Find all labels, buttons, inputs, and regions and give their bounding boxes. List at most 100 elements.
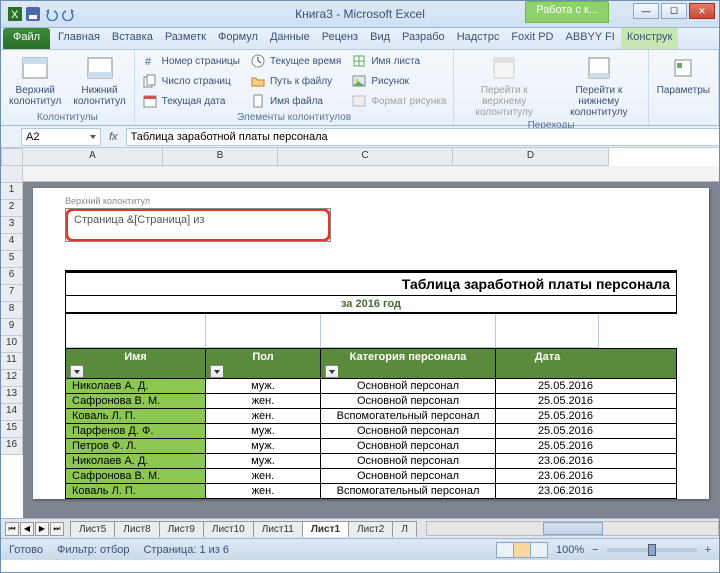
table-cell[interactable]: муж.: [206, 424, 321, 438]
table-cell[interactable]: Основной персонал: [321, 454, 496, 468]
row-headers[interactable]: 12345678910111213141516: [1, 166, 23, 455]
column-header-name[interactable]: Имя: [66, 349, 206, 378]
scrollbar-thumb[interactable]: [543, 522, 603, 535]
row-header[interactable]: 16: [1, 438, 23, 455]
redo-icon[interactable]: [61, 6, 77, 22]
table-cell[interactable]: Основной персонал: [321, 424, 496, 438]
minimize-button[interactable]: —: [633, 3, 659, 19]
horizontal-scrollbar[interactable]: [426, 521, 719, 536]
name-box-dropdown-icon[interactable]: [90, 135, 96, 139]
sheet-tab[interactable]: Л: [392, 521, 417, 537]
table-cell[interactable]: жен.: [206, 484, 321, 498]
formula-input[interactable]: Таблица заработной платы персонала: [126, 128, 719, 146]
sheet-tab[interactable]: Лист2: [348, 521, 393, 537]
page-count-button[interactable]: Число страниц: [141, 72, 241, 90]
ribbon-tab-design[interactable]: Конструк: [621, 28, 678, 49]
row-header[interactable]: 2: [1, 200, 23, 217]
table-cell[interactable]: 23.06.2016: [496, 484, 599, 498]
column-header-gender[interactable]: Пол: [206, 349, 321, 378]
table-cell[interactable]: Парфенов Д. Ф.: [66, 424, 206, 438]
sheet-tab[interactable]: Лист11: [253, 521, 303, 537]
table-cell[interactable]: муж.: [206, 439, 321, 453]
table-cell[interactable]: Основной персонал: [321, 394, 496, 408]
row-header[interactable]: 7: [1, 285, 23, 302]
table-row[interactable]: Сафронова В. М.жен.Основной персонал23.0…: [65, 469, 677, 484]
table-cell[interactable]: жен.: [206, 394, 321, 408]
table-row[interactable]: Коваль Л. П.жен.Вспомогательный персонал…: [65, 484, 677, 499]
maximize-button[interactable]: ☐: [661, 3, 687, 19]
sheet-name-button[interactable]: Имя листа: [350, 52, 447, 70]
row-header[interactable]: 14: [1, 404, 23, 421]
table-cell[interactable]: Сафронова В. М.: [66, 469, 206, 483]
table-cell[interactable]: Основной персонал: [321, 439, 496, 453]
fx-icon[interactable]: fx: [109, 131, 118, 143]
table-cell[interactable]: 25.05.2016: [496, 439, 599, 453]
row-header[interactable]: [1, 166, 23, 183]
tab-nav-next-icon[interactable]: ▶: [35, 522, 49, 536]
ribbon-tab[interactable]: Foxit PD: [505, 28, 559, 49]
ribbon-tab[interactable]: Надстрс: [451, 28, 506, 49]
tab-nav-last-icon[interactable]: ⏭: [50, 522, 64, 536]
table-cell[interactable]: Коваль Л. П.: [66, 484, 206, 498]
row-header[interactable]: 5: [1, 251, 23, 268]
table-row[interactable]: Парфенов Д. Ф.муж.Основной персонал25.05…: [65, 424, 677, 439]
close-button[interactable]: ✕: [689, 3, 715, 19]
table-cell[interactable]: 25.05.2016: [496, 424, 599, 438]
header-left-box[interactable]: Страница &[Страница] из: [65, 208, 331, 242]
row-header[interactable]: 9: [1, 319, 23, 336]
filter-dropdown-icon[interactable]: [210, 365, 223, 378]
row-header[interactable]: 13: [1, 387, 23, 404]
table-row[interactable]: Петров Ф. Л.муж.Основной персонал25.05.2…: [65, 439, 677, 454]
table-cell[interactable]: муж.: [206, 454, 321, 468]
page-number-button[interactable]: #Номер страницы: [141, 52, 241, 70]
header-button[interactable]: Верхний колонтитул: [7, 52, 63, 109]
ribbon-tab[interactable]: Вид: [364, 28, 396, 49]
table-cell[interactable]: Николаев А. Д.: [66, 454, 206, 468]
zoom-out-icon[interactable]: −: [592, 544, 598, 556]
picture-button[interactable]: Рисунок: [350, 72, 447, 90]
ribbon-tab[interactable]: Реценз: [316, 28, 364, 49]
tab-nav-first-icon[interactable]: ⏮: [5, 522, 19, 536]
table-cell[interactable]: 25.05.2016: [496, 379, 599, 393]
sheet-tab[interactable]: Лист9: [159, 521, 204, 537]
zoom-slider-thumb[interactable]: [648, 544, 656, 556]
file-path-button[interactable]: Путь к файлу: [249, 72, 342, 90]
table-cell[interactable]: 23.06.2016: [496, 469, 599, 483]
table-cell[interactable]: Коваль Л. П.: [66, 409, 206, 423]
row-header[interactable]: 4: [1, 234, 23, 251]
table-row[interactable]: Николаев А. Д.муж.Основной персонал25.05…: [65, 379, 677, 394]
page-layout-view-icon[interactable]: [513, 542, 531, 558]
column-header-category[interactable]: Категория персонала: [321, 349, 496, 378]
ribbon-tab[interactable]: ABBYY FI: [560, 28, 621, 49]
page-break-view-icon[interactable]: [530, 542, 548, 558]
table-row[interactable]: Сафронова В. М.жен.Основной персонал25.0…: [65, 394, 677, 409]
save-icon[interactable]: [25, 6, 41, 22]
table-cell[interactable]: Сафронова В. М.: [66, 394, 206, 408]
tab-nav-prev-icon[interactable]: ◀: [20, 522, 34, 536]
filter-dropdown-icon[interactable]: [325, 365, 338, 378]
sheet-tab[interactable]: Лист8: [114, 521, 159, 537]
table-cell[interactable]: жен.: [206, 409, 321, 423]
ribbon-tab[interactable]: Формул: [212, 28, 264, 49]
normal-view-icon[interactable]: [496, 542, 514, 558]
table-cell[interactable]: Вспомогательный персонал: [321, 484, 496, 498]
sheet-tab[interactable]: Лист10: [203, 521, 254, 537]
table-row[interactable]: Николаев А. Д.муж.Основной персонал23.06…: [65, 454, 677, 469]
table-cell[interactable]: Вспомогательный персонал: [321, 409, 496, 423]
row-header[interactable]: 15: [1, 421, 23, 438]
goto-footer-button[interactable]: Перейти к нижнему колонтитулу: [556, 52, 642, 120]
sheet-tab[interactable]: Лист1: [302, 521, 349, 537]
row-header[interactable]: 10: [1, 336, 23, 353]
table-cell[interactable]: Николаев А. Д.: [66, 379, 206, 393]
select-all-corner[interactable]: [1, 148, 23, 166]
sheet-tab[interactable]: Лист5: [70, 521, 115, 537]
name-box[interactable]: A2: [21, 128, 101, 146]
ribbon-tab[interactable]: Разметк: [159, 28, 212, 49]
row-header[interactable]: 12: [1, 370, 23, 387]
row-header[interactable]: 6: [1, 268, 23, 285]
current-date-button[interactable]: Текущая дата: [141, 92, 241, 110]
table-cell[interactable]: 23.06.2016: [496, 454, 599, 468]
footer-button[interactable]: Нижний колонтитул: [71, 52, 127, 109]
row-header[interactable]: 11: [1, 353, 23, 370]
ribbon-tab[interactable]: Вставка: [106, 28, 159, 49]
